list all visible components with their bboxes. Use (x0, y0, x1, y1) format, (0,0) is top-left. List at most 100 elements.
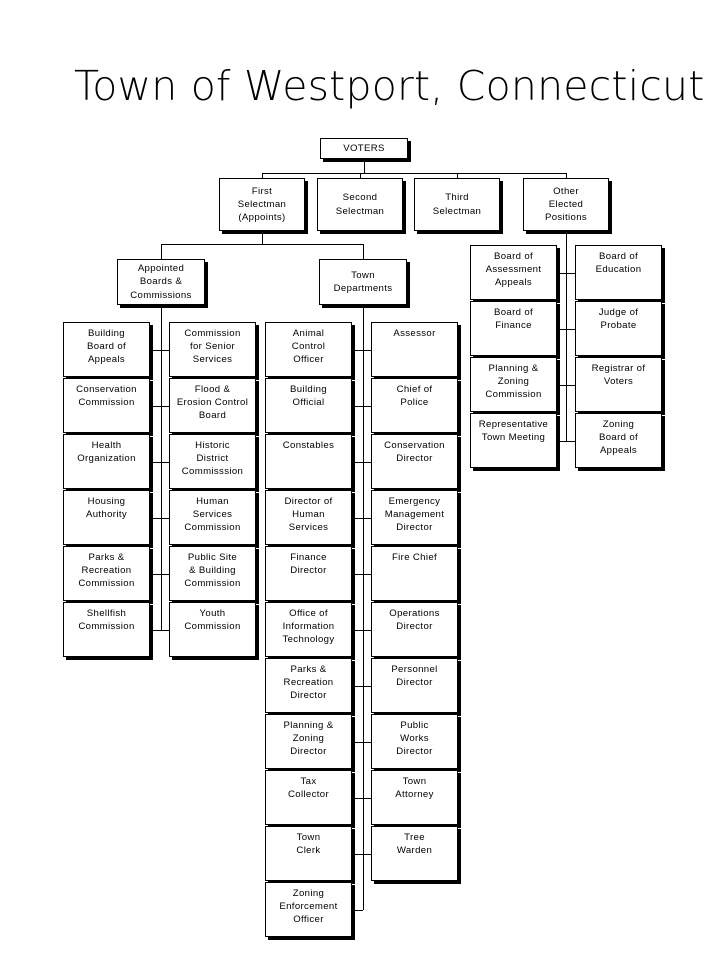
node-label-line: Finance (495, 320, 532, 332)
node-label-line: Appeals (494, 277, 533, 289)
node-label-line: Youth (199, 608, 226, 619)
connector-stub-left-town-clerk (355, 853, 363, 855)
node-label-line: Operations (389, 608, 440, 619)
node-building-official[interactable]: Building Official (265, 378, 352, 433)
connector-voters-bus (262, 173, 566, 175)
node-historic-district-commisssion[interactable]: Historic District Commisssion (169, 434, 256, 489)
node-tree-warden[interactable]: Tree Warden (371, 826, 458, 881)
node-label-line: Finance (290, 552, 327, 563)
node-public-works-director[interactable]: Public Works Director (371, 714, 458, 769)
connector-stub-left-tax-collector (355, 797, 363, 799)
node-town-attorney[interactable]: Town Attorney (371, 770, 458, 825)
node-judge-of-probate[interactable]: Judge of Probate (575, 301, 662, 356)
node-housing-authority[interactable]: Housing Authority (63, 490, 150, 545)
node-label-line: Town (351, 269, 375, 281)
node-label-line: Clerk (296, 845, 321, 857)
node-chief-of-police[interactable]: Chief of Police (371, 378, 458, 433)
node-other-elected-positions[interactable]: Other Elected Positions (523, 178, 609, 231)
node-label-line: Officer (293, 354, 324, 366)
node-town-clerk[interactable]: Town Clerk (265, 826, 352, 881)
connector-stub-left-planning-and-zoning-director (355, 741, 363, 743)
node-human-services-commission[interactable]: Human Services Commission (169, 490, 256, 545)
node-director-of-human-services[interactable]: Director of Human Services (265, 490, 352, 545)
node-label-line: Selectman (237, 198, 287, 210)
node-constables[interactable]: Constables (265, 434, 352, 489)
node-zoning-enforcement-officer[interactable]: Zoning Enforcement Officer (265, 882, 352, 937)
node-zoning-board-of-appeals[interactable]: Zoning Board of Appeals (575, 413, 662, 468)
node-finance-director[interactable]: Finance Director (265, 546, 352, 601)
node-label-line: Board of (86, 341, 127, 353)
node-label-line: Conservation (384, 440, 445, 451)
node-health-organization[interactable]: Health Organization (63, 434, 150, 489)
node-operations-director[interactable]: Operations Director (371, 602, 458, 657)
node-label-line: Information (282, 621, 335, 633)
node-second-selectman[interactable]: Second Selectman (317, 178, 403, 231)
node-commission-for-senior-services[interactable]: Commission for Senior Services (169, 322, 256, 377)
node-board-of-education[interactable]: Board of Education (575, 245, 662, 300)
node-label-line: Human (196, 496, 229, 507)
node-label-line: Services (192, 354, 233, 366)
node-label-line: Appeals (87, 354, 126, 366)
connector-stub-right-commission-for-senior-services (161, 349, 169, 351)
connector-stub-right-conservation-director (363, 461, 371, 463)
node-voters[interactable]: VOTERS (320, 138, 408, 159)
page-title: Town of Westport, Connecticut (74, 62, 705, 110)
node-office-of-information-technology[interactable]: Office of Information Technology (265, 602, 352, 657)
node-animal-control-officer[interactable]: Animal Control Officer (265, 322, 352, 377)
node-label-line: Zoning (292, 888, 325, 899)
node-label-line: Boards & (139, 276, 183, 288)
node-board-of-finance[interactable]: Board of Finance (470, 301, 557, 356)
node-label-line: Works (400, 733, 429, 745)
node-label-line: Zoning (497, 376, 530, 388)
node-label-line: Commission (485, 389, 542, 401)
node-personnel-director[interactable]: Personnel Director (371, 658, 458, 713)
connector-stub-left-conservation-commission (153, 405, 161, 407)
node-label-line: Warden (396, 845, 433, 857)
node-label-line: Animal (292, 328, 325, 339)
node-building-board-of-appeals[interactable]: Building Board of Appeals (63, 322, 150, 377)
connector-first-selectman-to-child-0 (161, 244, 163, 259)
node-first-selectman-appoints[interactable]: First Selectman (Appoints) (219, 178, 305, 231)
node-parks-and-recreation-director[interactable]: Parks & Recreation Director (265, 658, 352, 713)
node-shellfish-commission[interactable]: Shellfish Commission (63, 602, 150, 657)
node-label-line: Elected (548, 198, 584, 210)
node-third-selectman[interactable]: Third Selectman (414, 178, 500, 231)
node-label-line: for Senior (189, 341, 236, 353)
node-label-line: Third (445, 192, 469, 204)
node-youth-commission[interactable]: Youth Commission (169, 602, 256, 657)
node-representative-town-meeting[interactable]: Representative Town Meeting (470, 413, 557, 468)
node-label-line: Director (396, 621, 433, 633)
node-town-departments[interactable]: Town Departments (319, 259, 407, 305)
connector-stub-left-director-of-human-services (355, 517, 363, 519)
node-label-line: Appeals (599, 445, 638, 457)
node-emergency-management-director[interactable]: Emergency Management Director (371, 490, 458, 545)
node-registrar-of-voters[interactable]: Registrar of Voters (575, 357, 662, 412)
connector-stub-left-parks-and-recreation-commission (153, 573, 161, 575)
node-label-line: Director (290, 565, 327, 577)
node-label-line: Management (384, 509, 445, 521)
node-conservation-commission[interactable]: Conservation Commission (63, 378, 150, 433)
node-label-line: Commissions (130, 289, 192, 301)
connector-stub-right-personnel-director (363, 685, 371, 687)
node-assessor[interactable]: Assessor (371, 322, 458, 377)
node-label-line: Voters (603, 376, 634, 388)
node-appointed-boards-and-commissions[interactable]: Appointed Boards & Commissions (117, 259, 205, 305)
node-label-line: Board of (598, 432, 639, 444)
node-conservation-director[interactable]: Conservation Director (371, 434, 458, 489)
node-label-line: Board of (598, 251, 639, 262)
node-board-of-assessment-appeals[interactable]: Board of Assessment Appeals (470, 245, 557, 300)
node-parks-and-recreation-commission[interactable]: Parks & Recreation Commission (63, 546, 150, 601)
node-label-line: Conservation (76, 384, 137, 395)
node-tax-collector[interactable]: Tax Collector (265, 770, 352, 825)
node-label-line: Services (288, 522, 329, 534)
node-planning-and-zoning-commission[interactable]: Planning & Zoning Commission (470, 357, 557, 412)
node-planning-and-zoning-director[interactable]: Planning & Zoning Director (265, 714, 352, 769)
node-fire-chief[interactable]: Fire Chief (371, 546, 458, 601)
node-flood-and-erosion-control-board[interactable]: Flood & Erosion Control Board (169, 378, 256, 433)
node-label-line: Office of (289, 608, 328, 619)
node-label-line: Commission (78, 397, 135, 409)
node-public-site-and-building-commission[interactable]: Public Site & Building Commission (169, 546, 256, 601)
node-label-line: Commission (184, 621, 241, 633)
node-label-line: Planning & (488, 363, 539, 374)
node-label-line: Planning & (283, 720, 334, 731)
